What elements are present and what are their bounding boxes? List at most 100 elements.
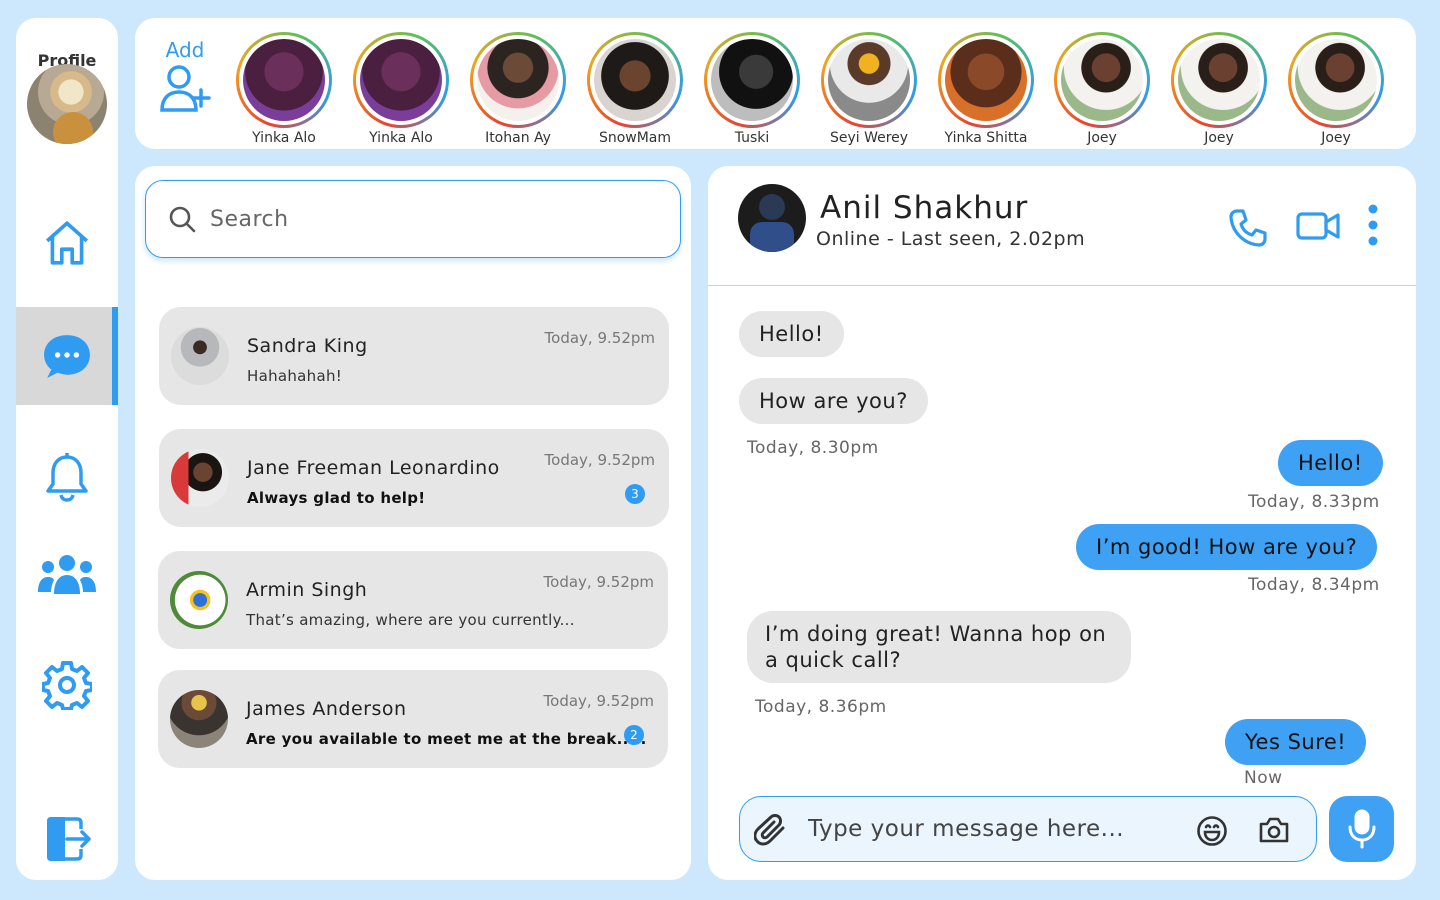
- unread-badge: 2: [624, 725, 644, 745]
- story-item[interactable]: Seyi Werey: [814, 32, 924, 146]
- contact-avatar: [171, 327, 229, 385]
- story-avatar: [243, 39, 325, 121]
- message-timestamp: Today, 8.33pm: [1248, 492, 1380, 512]
- nav-home[interactable]: [16, 194, 118, 292]
- nav-notifications[interactable]: [16, 428, 118, 526]
- add-user-icon: [160, 65, 211, 112]
- message-bubble-outgoing: I’m good! How are you?: [1076, 524, 1378, 570]
- story-avatar: [360, 39, 442, 121]
- contact-name: Anil Shakhur: [820, 190, 1029, 226]
- last-message: Always glad to help!: [247, 489, 426, 507]
- message-bubble-incoming: I’m doing great! Wanna hop on a quick ca…: [747, 611, 1131, 683]
- message-time: Today, 9.52pm: [543, 573, 654, 591]
- story-avatar: [945, 39, 1027, 121]
- story-name: Joey: [1204, 130, 1234, 146]
- conversation-item[interactable]: Armin Singh That’s amazing, where are yo…: [158, 551, 668, 649]
- contact-avatar[interactable]: [738, 184, 806, 252]
- story-name: Joey: [1087, 130, 1117, 146]
- contact-name: Sandra King: [247, 335, 368, 357]
- message-bubble-incoming: Hello!: [739, 311, 844, 357]
- message-timestamp: Today, 8.36pm: [755, 697, 887, 717]
- story-item[interactable]: Itohan Ay: [463, 32, 573, 146]
- message-composer: [739, 796, 1317, 862]
- message-bubble-outgoing: Hello!: [1278, 440, 1383, 486]
- story-item[interactable]: Yinka Shitta: [931, 32, 1041, 146]
- message-timestamp: Today, 8.34pm: [1248, 575, 1380, 595]
- search-box[interactable]: [145, 180, 681, 258]
- conversation-item[interactable]: Sandra King Hahahahah! Today, 9.52pm: [159, 307, 669, 405]
- story-item[interactable]: Joey: [1047, 32, 1157, 146]
- search-icon: [169, 206, 196, 233]
- attachment-icon[interactable]: [754, 814, 788, 846]
- home-icon: [45, 221, 89, 265]
- phone-icon[interactable]: [1228, 208, 1268, 248]
- story-item[interactable]: Joey: [1164, 32, 1274, 146]
- story-name: SnowMam: [598, 130, 672, 146]
- contact-name: James Anderson: [246, 698, 407, 720]
- more-options-icon[interactable]: [1366, 204, 1380, 246]
- microphone-icon: [1348, 809, 1375, 849]
- emoji-icon[interactable]: [1196, 815, 1228, 847]
- video-call-icon[interactable]: [1296, 210, 1340, 242]
- logout-icon: [47, 817, 91, 861]
- nav-logout[interactable]: [16, 790, 118, 880]
- message-bubble-outgoing: Yes Sure!: [1225, 719, 1367, 765]
- story-avatar: [1295, 39, 1377, 121]
- chat-bubble-icon: [44, 335, 90, 378]
- voice-record-button[interactable]: [1329, 796, 1394, 862]
- message-time: Today, 9.52pm: [543, 692, 654, 710]
- chat-panel: Anil Shakhur Online - Last seen, 2.02pm …: [708, 166, 1416, 880]
- contact-name: Jane Freeman Leonardino: [247, 457, 500, 479]
- story-avatar: [477, 39, 559, 121]
- sidebar-nav: Profile: [16, 18, 118, 880]
- contact-name: Armin Singh: [246, 579, 368, 601]
- chat-header: Anil Shakhur Online - Last seen, 2.02pm: [708, 166, 1416, 286]
- add-story-button[interactable]: Add: [155, 38, 215, 116]
- story-avatar: [1061, 39, 1143, 121]
- camera-icon[interactable]: [1258, 815, 1290, 845]
- contact-status: Online - Last seen, 2.02pm: [816, 228, 1086, 250]
- story-name: Yinka Shitta: [944, 130, 1028, 146]
- story-name: Tuski: [734, 130, 770, 146]
- story-name: Joey: [1321, 130, 1351, 146]
- conversation-item[interactable]: James Anderson Are you available to meet…: [158, 670, 668, 768]
- stories-bar: Add Yinka Alo Yinka Alo Itohan Ay SnowMa…: [135, 18, 1416, 149]
- message-timestamp: Now: [1244, 768, 1283, 788]
- message-time: Today, 9.52pm: [544, 329, 655, 347]
- message-bubble-incoming: How are you?: [739, 378, 928, 424]
- last-message: That’s amazing, where are you currently.…: [246, 611, 575, 629]
- last-message: Are you available to meet me at the brea…: [246, 730, 647, 748]
- last-message: Hahahahah!: [247, 367, 343, 385]
- conversation-item[interactable]: Jane Freeman Leonardino Always glad to h…: [159, 429, 669, 527]
- users-icon: [38, 555, 96, 594]
- story-name: Yinka Alo: [252, 130, 316, 146]
- gear-icon: [42, 661, 92, 710]
- message-timestamp: Today, 8.30pm: [747, 438, 879, 458]
- search-input[interactable]: [210, 206, 650, 232]
- profile-avatar[interactable]: [27, 64, 107, 144]
- story-avatar: [1178, 39, 1260, 121]
- story-item[interactable]: SnowMam: [580, 32, 690, 146]
- message-input[interactable]: [808, 812, 1188, 846]
- story-name: Yinka Alo: [369, 130, 433, 146]
- unread-badge: 3: [625, 484, 645, 504]
- story-item[interactable]: Tuski: [697, 32, 807, 146]
- story-item[interactable]: Yinka Alo: [346, 32, 456, 146]
- contact-avatar: [170, 690, 228, 748]
- contact-avatar: [170, 571, 228, 629]
- nav-messages[interactable]: [16, 307, 118, 405]
- story-name: Itohan Ay: [485, 130, 551, 146]
- story-item[interactable]: Yinka Alo: [229, 32, 339, 146]
- message-time: Today, 9.52pm: [544, 451, 655, 469]
- nav-settings[interactable]: [16, 636, 118, 734]
- story-item[interactable]: Joey: [1281, 32, 1391, 146]
- story-name: Seyi Werey: [829, 130, 909, 146]
- contact-avatar: [171, 449, 229, 507]
- story-avatar: [711, 39, 793, 121]
- conversation-list-panel: Sandra King Hahahahah! Today, 9.52pm Jan…: [135, 166, 691, 880]
- story-avatar: [594, 39, 676, 121]
- nav-groups[interactable]: [16, 526, 118, 624]
- bell-icon: [46, 453, 88, 502]
- add-label: Add: [165, 38, 205, 62]
- story-avatar: [828, 39, 910, 121]
